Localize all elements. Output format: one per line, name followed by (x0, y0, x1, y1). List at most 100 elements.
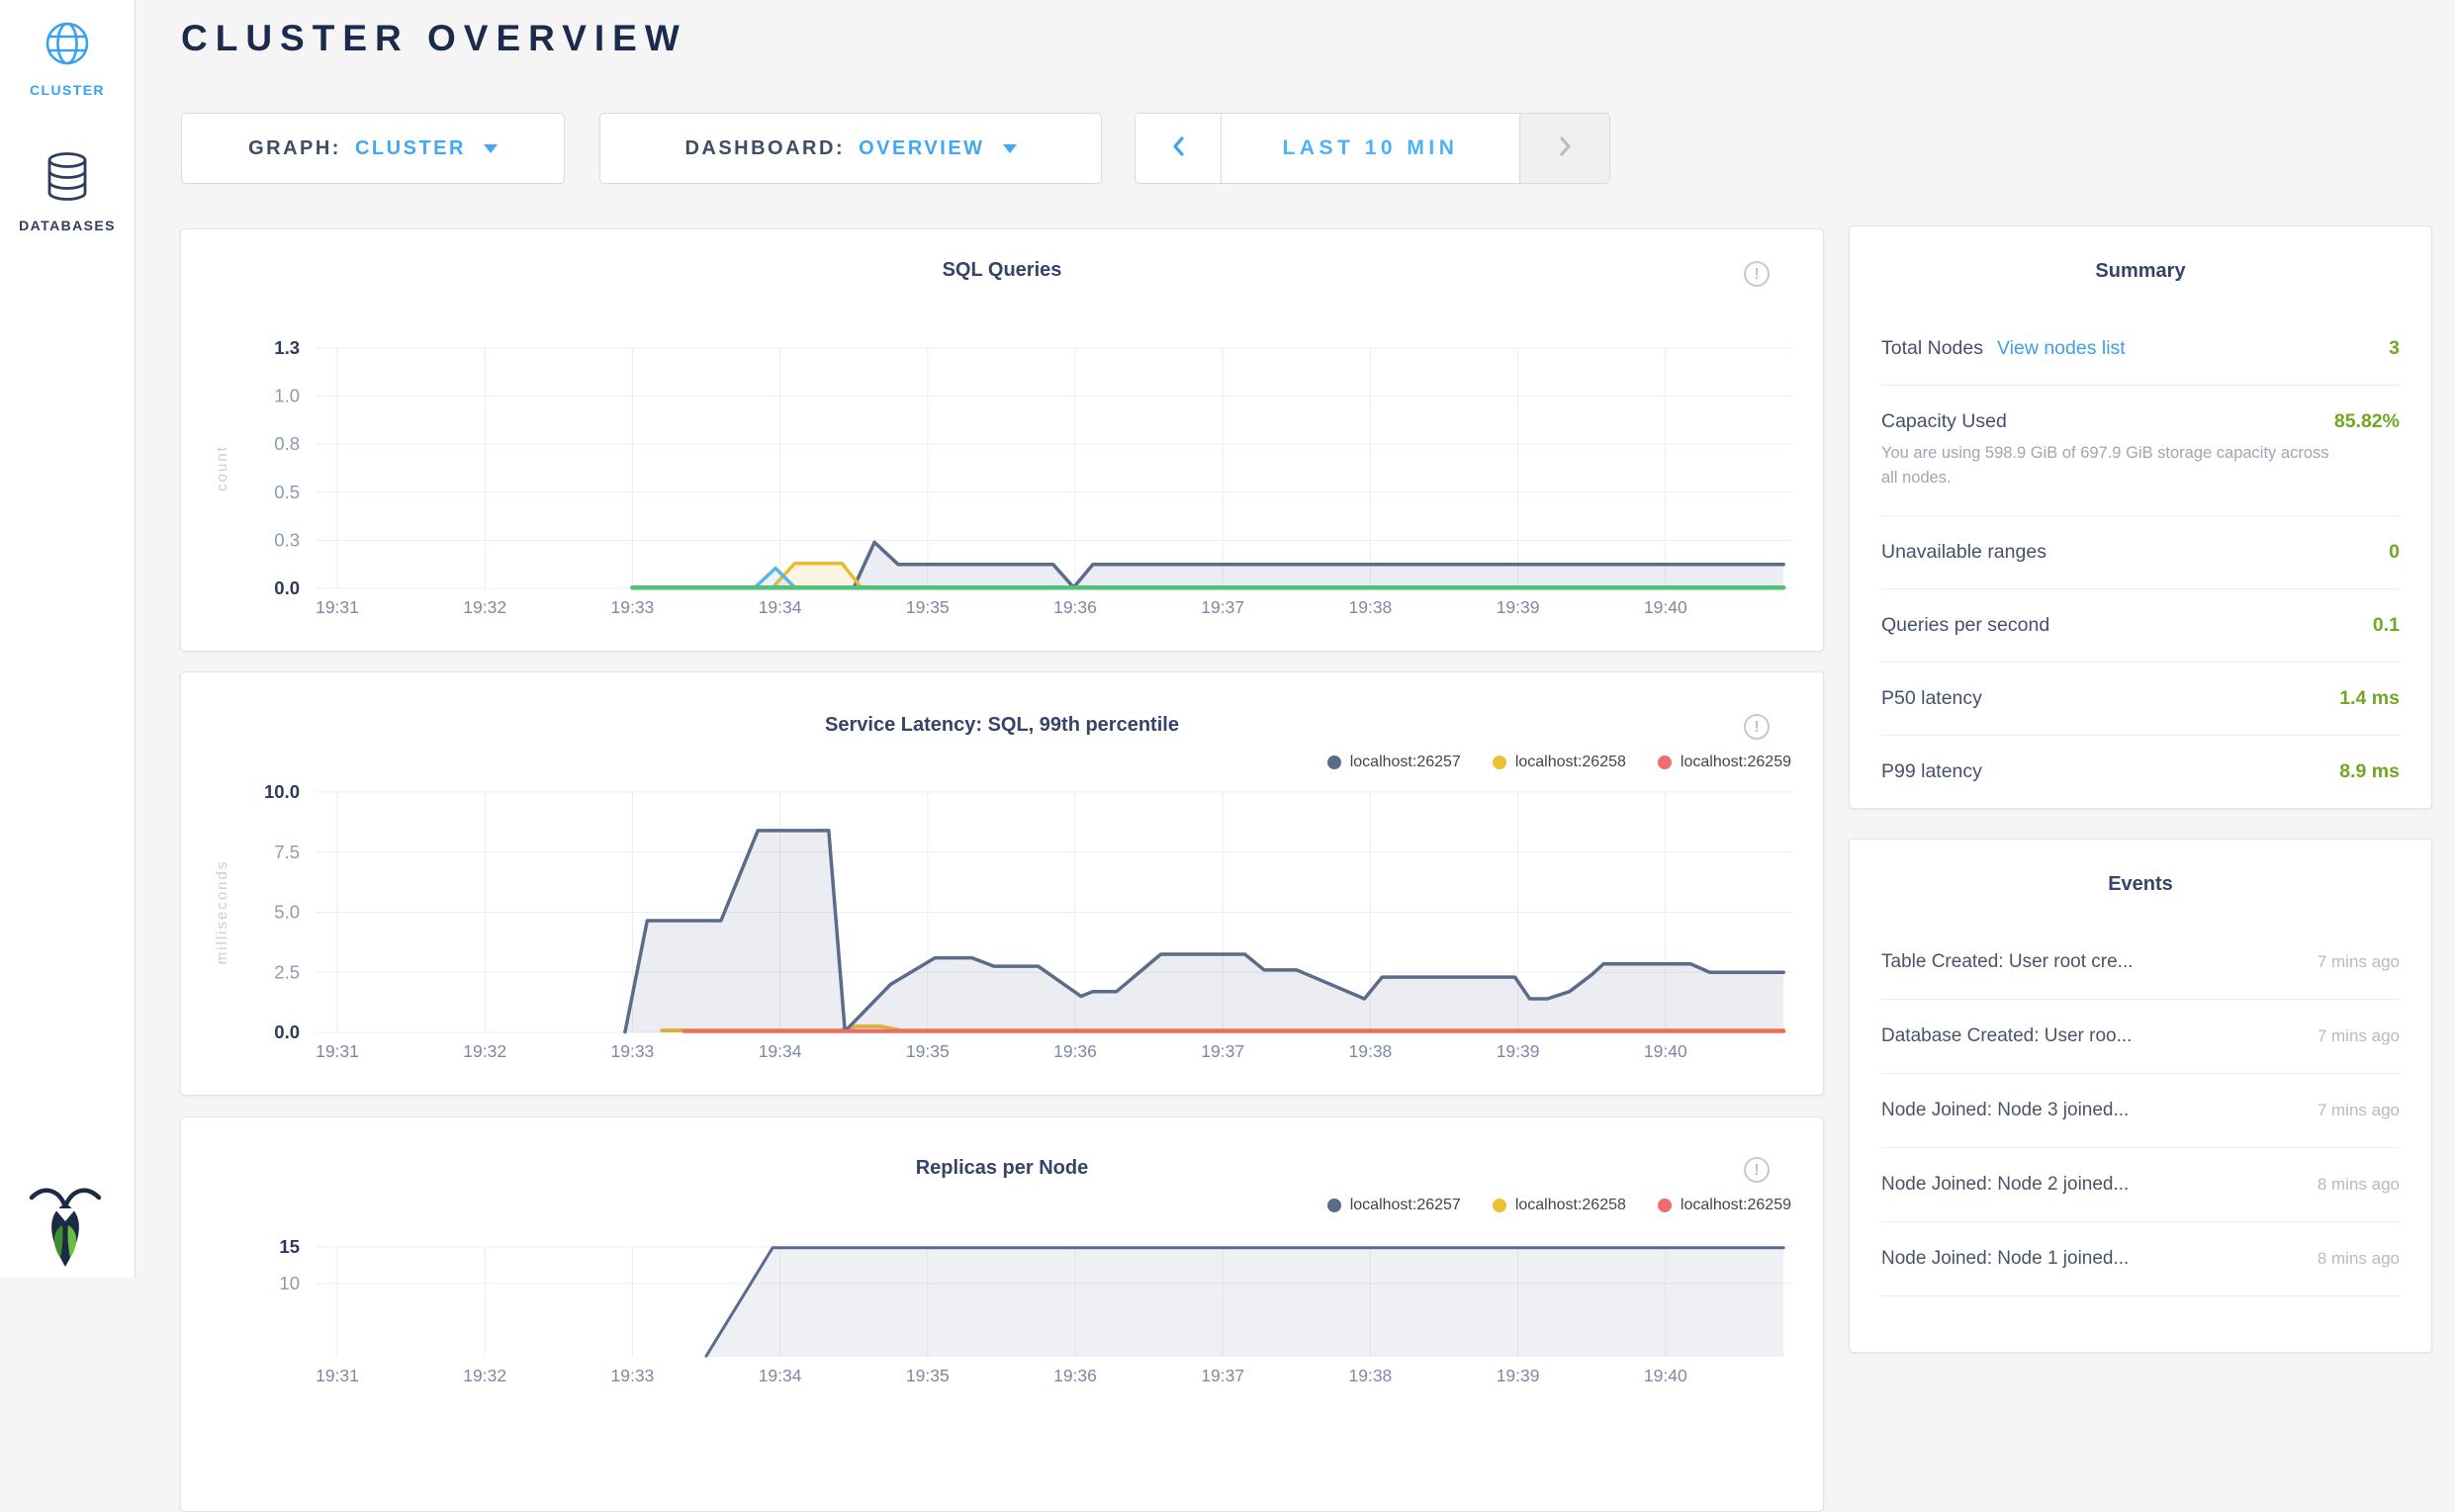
svg-text:milliseconds: milliseconds (214, 860, 230, 965)
svg-text:19:32: 19:32 (463, 1041, 506, 1061)
svg-text:19:40: 19:40 (1644, 1041, 1687, 1061)
svg-text:1.0: 1.0 (274, 386, 300, 406)
sidebar-item-cluster[interactable]: CLUSTER (0, 0, 135, 98)
svg-text:19:36: 19:36 (1053, 597, 1097, 617)
summary-row-total-nodes: Total Nodes View nodes list 3 (1881, 312, 2400, 386)
events-panel: Events Table Created: User root cre... 7… (1849, 839, 2432, 1353)
summary-row-label: Unavailable ranges (1881, 541, 2046, 564)
summary-row-label: Total Nodes (1881, 337, 1983, 360)
svg-text:0.5: 0.5 (274, 482, 300, 502)
event-text: Node Joined: Node 3 joined... (1881, 1100, 2129, 1121)
svg-text:19:37: 19:37 (1201, 1041, 1244, 1061)
summary-row-queries-per-second: Queries per second 0.1 (1881, 589, 2400, 663)
page-title: CLUSTER OVERVIEW (181, 18, 687, 59)
event-time: 8 mins ago (2318, 1175, 2400, 1195)
event-row: Node Joined: Node 2 joined... 8 mins ago (1881, 1148, 2400, 1222)
dashboard-dropdown-label: DASHBOARD: (684, 137, 845, 160)
graph-dropdown-label: GRAPH: (248, 137, 341, 160)
svg-text:19:39: 19:39 (1497, 1041, 1540, 1061)
svg-text:19:33: 19:33 (611, 597, 655, 617)
svg-text:19:37: 19:37 (1201, 597, 1244, 617)
sidebar-item-databases[interactable]: DATABASES (0, 151, 135, 233)
svg-text:10: 10 (279, 1273, 300, 1293)
globe-icon (44, 54, 91, 71)
graph-dropdown[interactable]: GRAPH: CLUSTER (181, 113, 565, 184)
graph-dropdown-value: CLUSTER (355, 137, 466, 160)
chevron-right-icon (1557, 134, 1573, 163)
database-icon (43, 190, 92, 207)
svg-text:2.5: 2.5 (274, 961, 300, 982)
svg-text:19:34: 19:34 (759, 1041, 802, 1061)
event-text: Database Created: User roo... (1881, 1025, 2132, 1047)
event-time: 7 mins ago (2318, 952, 2400, 972)
event-time: 8 mins ago (2318, 1249, 2400, 1269)
sql-queries-chart-card: SQL Queries 19:3119:3219:3319:3419:3519:… (180, 228, 1824, 652)
svg-text:19:31: 19:31 (316, 597, 359, 617)
svg-text:7.5: 7.5 (274, 842, 300, 862)
svg-text:19:31: 19:31 (316, 1366, 359, 1385)
chevron-left-icon (1170, 134, 1186, 163)
svg-text:19:38: 19:38 (1349, 1041, 1393, 1061)
svg-text:19:35: 19:35 (906, 597, 950, 617)
svg-text:19:32: 19:32 (463, 597, 506, 617)
service-latency-chart-card: Service Latency: SQL, 99th percentile lo… (180, 671, 1824, 1096)
event-time: 7 mins ago (2318, 1101, 2400, 1120)
replicas-per-node-plot: 19:3119:3219:3319:3419:3519:3619:3719:38… (181, 1117, 1824, 1512)
svg-text:19:33: 19:33 (611, 1366, 655, 1385)
svg-text:19:33: 19:33 (611, 1041, 655, 1061)
svg-text:19:36: 19:36 (1053, 1366, 1097, 1385)
event-text: Node Joined: Node 2 joined... (1881, 1174, 2129, 1196)
dashboard-dropdown[interactable]: DASHBOARD: OVERVIEW (599, 113, 1102, 184)
summary-row-label: P99 latency (1881, 760, 1982, 783)
svg-text:15: 15 (279, 1236, 300, 1257)
svg-text:19:38: 19:38 (1349, 1366, 1393, 1385)
summary-row-value: 3 (2389, 337, 2400, 360)
sidebar-item-label: CLUSTER (0, 82, 135, 98)
summary-row-label: Capacity Used (1881, 410, 2007, 433)
svg-text:5.0: 5.0 (274, 902, 300, 923)
sidebar: CLUSTER DATABASES (0, 0, 136, 1278)
summary-row-label: P50 latency (1881, 687, 1982, 710)
svg-text:0.3: 0.3 (274, 529, 300, 550)
svg-text:19:35: 19:35 (906, 1041, 950, 1061)
summary-row-value: 0.1 (2373, 614, 2400, 637)
summary-panel: Summary Total Nodes View nodes list 3 Ca… (1849, 225, 2432, 809)
view-nodes-list-link[interactable]: View nodes list (1997, 337, 2126, 360)
summary-row-label: Queries per second (1881, 614, 2049, 637)
summary-row-p99-latency: P99 latency 8.9 ms (1881, 736, 2400, 808)
svg-text:0.8: 0.8 (274, 433, 300, 454)
svg-text:count: count (214, 445, 230, 491)
summary-row-value: 8.9 ms (2339, 760, 2400, 783)
svg-text:19:37: 19:37 (1201, 1366, 1244, 1385)
event-row: Node Joined: Node 3 joined... 7 mins ago (1881, 1074, 2400, 1148)
service-latency-plot: 19:3119:3219:3319:3419:3519:3619:3719:38… (181, 672, 1824, 1096)
time-forward-button[interactable] (1520, 114, 1609, 183)
summary-row-value: 0 (2389, 541, 2400, 564)
svg-text:0.0: 0.0 (274, 1022, 300, 1042)
event-row: Table Created: User root cre... 7 mins a… (1881, 926, 2400, 1000)
svg-text:19:39: 19:39 (1497, 597, 1540, 617)
events-title: Events (1881, 865, 2400, 896)
svg-text:19:38: 19:38 (1349, 597, 1393, 617)
cockroachdb-logo-icon (26, 1182, 105, 1274)
sidebar-item-label: DATABASES (0, 218, 135, 233)
event-row: Database Created: User roo... 7 mins ago (1881, 1000, 2400, 1074)
chevron-down-icon (1003, 144, 1017, 153)
event-time: 7 mins ago (2318, 1026, 2400, 1046)
time-range-selector: LAST 10 MIN (1135, 113, 1610, 184)
summary-row-value: 1.4 ms (2339, 687, 2400, 710)
svg-text:19:39: 19:39 (1497, 1366, 1540, 1385)
summary-row-p50-latency: P50 latency 1.4 ms (1881, 663, 2400, 736)
time-back-button[interactable] (1136, 114, 1221, 183)
summary-row-capacity-used: Capacity Used 85.82% You are using 598.9… (1881, 386, 2400, 516)
capacity-used-subtext: You are using 598.9 GiB of 697.9 GiB sto… (1881, 441, 2346, 490)
svg-text:19:35: 19:35 (906, 1366, 950, 1385)
time-range-value[interactable]: LAST 10 MIN (1221, 114, 1520, 183)
svg-text:19:40: 19:40 (1644, 597, 1687, 617)
event-text: Node Joined: Node 1 joined... (1881, 1248, 2129, 1270)
svg-text:19:34: 19:34 (759, 597, 802, 617)
summary-row-unavailable-ranges: Unavailable ranges 0 (1881, 516, 2400, 589)
event-text: Table Created: User root cre... (1881, 951, 2134, 973)
svg-text:10.0: 10.0 (264, 781, 300, 802)
svg-text:19:31: 19:31 (316, 1041, 359, 1061)
